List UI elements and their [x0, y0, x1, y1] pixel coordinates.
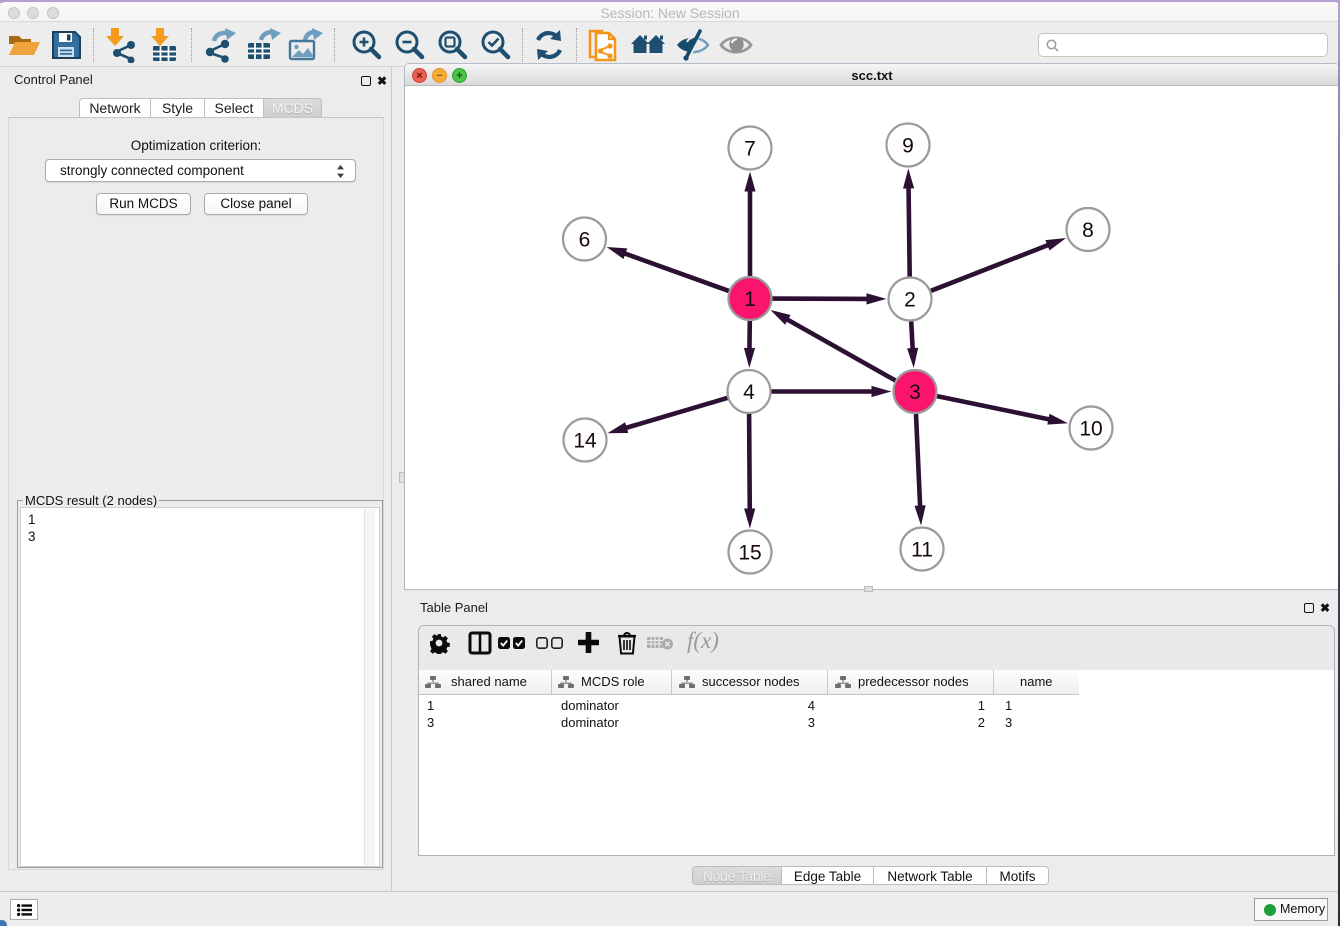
svg-text:14: 14	[573, 430, 597, 453]
svg-text:9: 9	[902, 135, 914, 158]
svg-text:3: 3	[909, 381, 921, 404]
svg-text:6: 6	[579, 229, 591, 252]
svg-text:11: 11	[911, 539, 933, 562]
svg-text:15: 15	[738, 542, 761, 565]
svg-text:8: 8	[1082, 219, 1094, 242]
svg-text:2: 2	[904, 289, 916, 312]
svg-text:10: 10	[1079, 418, 1102, 441]
svg-text:4: 4	[743, 381, 755, 404]
svg-text:7: 7	[744, 138, 756, 161]
svg-text:1: 1	[744, 288, 756, 311]
